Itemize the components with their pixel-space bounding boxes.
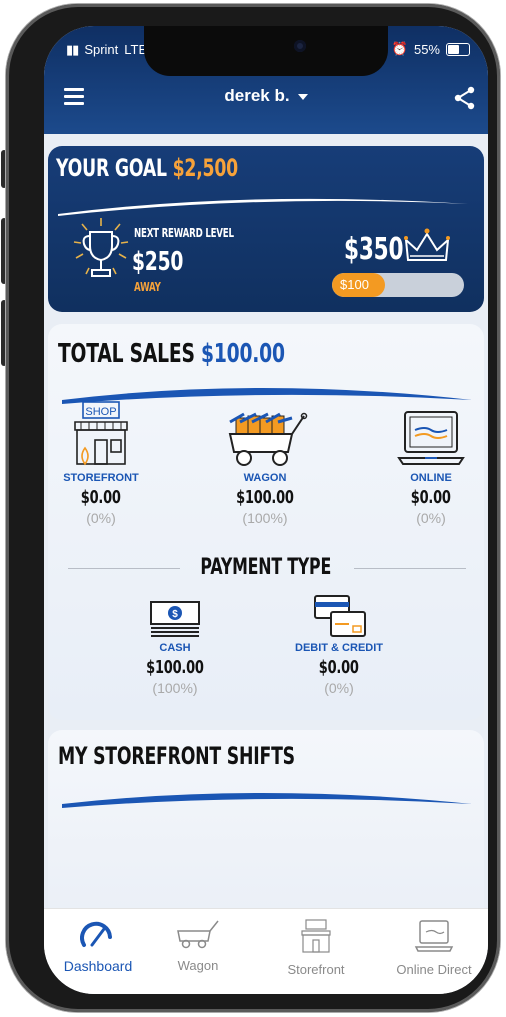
payment-value: $100.00: [146, 657, 204, 678]
channel-label: WAGON: [243, 472, 287, 484]
tab-storefront[interactable]: Storefront: [266, 919, 366, 977]
user-name: derek b.: [224, 86, 290, 105]
channel-percent: (100%): [242, 510, 288, 526]
bottom-tab-bar: Dashboard Wagon Storefront Online Direct: [44, 908, 488, 994]
payment-debit-credit: DEBIT & CREDIT $0.00 (0%): [284, 594, 394, 696]
storefront-shifts-title: MY STOREFRONT SHIFTS: [58, 742, 295, 770]
channel-wagon: WAGON $100.00 (100%): [210, 412, 320, 526]
front-camera: [294, 40, 306, 52]
channel-percent: (0%): [86, 510, 116, 526]
channel-value: $0.00: [81, 487, 121, 508]
chevron-down-icon: [297, 93, 308, 100]
phone-frame: ▮▮ Sprint LTE ➚ ⏰ 55% derek b.: [6, 4, 500, 1012]
channel-label: STOREFRONT: [63, 472, 139, 484]
storefront-icon: [301, 919, 331, 953]
cash-icon: $: [150, 601, 200, 637]
payment-label: DEBIT & CREDIT: [295, 642, 383, 654]
goal-swoosh: [58, 198, 468, 216]
alarm-icon: ⏰: [391, 41, 408, 56]
payment-cash: $ CASH $100.00 (100%): [120, 600, 230, 696]
crown-icon: [404, 228, 450, 261]
trophy-icon: [73, 218, 129, 277]
channel-percent: (0%): [416, 510, 446, 526]
app-screen: ▮▮ Sprint LTE ➚ ⏰ 55% derek b.: [44, 26, 488, 994]
channel-value: $0.00: [411, 487, 451, 508]
shifts-swoosh: [62, 793, 472, 808]
reward-progress-bar: $100: [332, 273, 464, 297]
user-switcher[interactable]: derek b.: [44, 86, 488, 106]
channel-value: $100.00: [236, 487, 294, 508]
dashboard-gauge-icon: [80, 921, 112, 947]
payment-percent: (0%): [324, 680, 354, 696]
battery-percent: 55%: [413, 41, 440, 57]
share-icon[interactable]: [454, 86, 476, 110]
wagon-icon: [177, 920, 219, 949]
laptop-icon: [397, 411, 465, 465]
progress-fill: $100: [332, 273, 385, 297]
payment-value: $0.00: [319, 657, 359, 678]
tab-label: Dashboard: [63, 958, 133, 974]
away-label: AWAY: [134, 280, 161, 294]
tab-online-direct[interactable]: Online Direct: [384, 919, 484, 977]
svg-text:$: $: [172, 609, 178, 620]
signal-icon: ▮▮: [66, 42, 79, 57]
next-reward-amount: $250: [132, 247, 184, 277]
channel-online: ONLINE $0.00 (0%): [376, 408, 486, 526]
credit-card-icon: [314, 595, 366, 637]
laptop-icon: [414, 920, 454, 952]
payment-label: CASH: [159, 642, 191, 654]
next-reward-label: NEXT REWARD LEVEL: [134, 226, 234, 240]
payment-type-title: PAYMENT TYPE: [200, 555, 332, 580]
tab-label: Storefront: [287, 962, 345, 977]
total-sales-amount: $100.00: [201, 339, 285, 369]
notch: [144, 26, 388, 76]
tab-wagon[interactable]: Wagon: [148, 919, 248, 973]
tab-dashboard[interactable]: Dashboard: [48, 919, 148, 974]
wagon-icon: [228, 412, 308, 466]
total-sales-title: TOTAL SALES $100.00: [58, 339, 285, 369]
tab-label: Online Direct: [396, 962, 472, 977]
channel-storefront: SHOP STOREFRONT $0.00 (0%): [46, 400, 156, 526]
svg-text:SHOP: SHOP: [85, 406, 116, 418]
battery-icon: [446, 42, 470, 56]
storefront-icon: SHOP: [74, 401, 128, 466]
tab-label: Wagon: [177, 958, 219, 973]
channel-label: ONLINE: [410, 472, 452, 484]
carrier-name: Sprint: [84, 42, 119, 57]
payment-percent: (100%): [152, 680, 198, 696]
